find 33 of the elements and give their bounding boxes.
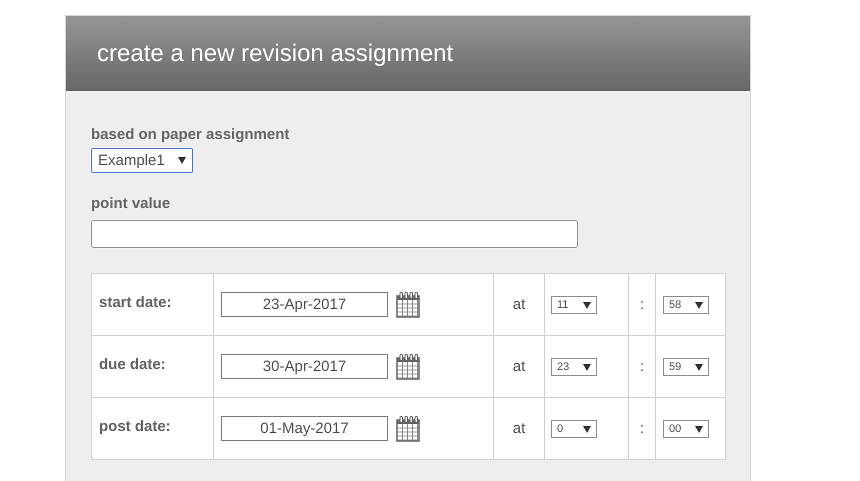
time-separator: : — [640, 420, 644, 437]
caret-icon — [695, 364, 703, 370]
field-label: based on paper assignment — [91, 126, 290, 143]
caret-icon — [178, 157, 186, 164]
dropdown[interactable]: 00 — [663, 420, 709, 438]
at-label: at — [494, 336, 544, 398]
at-label: at — [494, 274, 544, 336]
caret-icon — [583, 302, 591, 308]
row-label: due date: — [92, 336, 214, 398]
row-label: post date: — [92, 398, 214, 460]
time-separator: : — [640, 358, 644, 375]
panel-title: create a new revision assignment — [97, 40, 454, 68]
dropdown[interactable]: Example1 — [91, 148, 193, 173]
caret-icon — [695, 302, 703, 308]
date-field[interactable]: 01-May-2017 — [221, 416, 388, 441]
date-field[interactable]: 23-Apr-2017 — [221, 292, 388, 317]
calendar-icon[interactable] — [396, 416, 420, 442]
caret-icon — [695, 426, 703, 432]
caret-icon — [583, 426, 591, 432]
row-label: start date: — [92, 274, 214, 336]
dropdown[interactable]: 23 — [551, 358, 597, 376]
input-field[interactable] — [91, 220, 578, 248]
field-label: point value — [91, 195, 172, 212]
dropdown[interactable]: 0 — [551, 420, 597, 438]
calendar-icon[interactable] — [396, 354, 420, 380]
caret-icon — [583, 364, 591, 370]
at-label: at — [494, 398, 544, 460]
dropdown[interactable]: 11 — [551, 296, 597, 314]
dropdown[interactable]: 58 — [663, 296, 709, 314]
time-separator: : — [640, 296, 644, 313]
date-field[interactable]: 30-Apr-2017 — [221, 354, 388, 379]
calendar-icon[interactable] — [396, 292, 420, 318]
dropdown[interactable]: 59 — [663, 358, 709, 376]
